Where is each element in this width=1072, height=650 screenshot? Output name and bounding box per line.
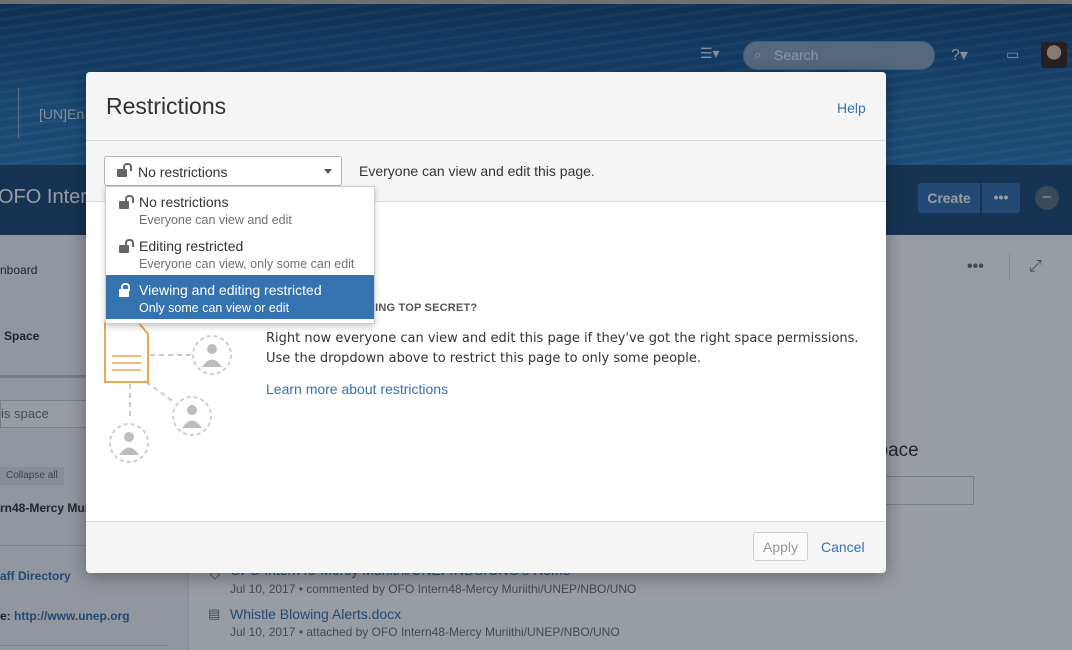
- dropdown-item-title: No restrictions: [139, 194, 229, 210]
- restrictions-dialog: Restrictions Help No restrictions Everyo…: [86, 72, 886, 573]
- dropdown-item-desc: Everyone can view, only some can edit: [139, 257, 355, 271]
- dropdown-item-desc: Only some can view or edit: [139, 301, 290, 315]
- unlock-icon: [119, 239, 134, 253]
- dropdown-item-editing-restricted[interactable]: Editing restricted Everyone can view, on…: [106, 231, 374, 275]
- cancel-button[interactable]: Cancel: [821, 539, 865, 555]
- document-icon: [104, 322, 149, 383]
- chevron-down-icon: [324, 169, 332, 174]
- dropdown-item-title: Editing restricted: [139, 238, 244, 254]
- dropdown-item-title: Viewing and editing restricted: [139, 282, 322, 298]
- content-line: Use the dropdown above to restrict this …: [266, 351, 702, 366]
- dropdown-item-viewing-editing-restricted[interactable]: Viewing and editing restricted Only some…: [106, 275, 374, 319]
- user-icon: [192, 335, 232, 375]
- dropdown-item-desc: Everyone can view and edit: [139, 213, 292, 227]
- content-text: Right now everyone can view and edit thi…: [266, 329, 866, 369]
- restrictions-select[interactable]: No restrictions: [104, 156, 342, 186]
- dialog-header: Restrictions Help: [86, 72, 886, 141]
- unlock-icon: [117, 163, 132, 177]
- help-link[interactable]: Help: [837, 100, 866, 116]
- lock-icon: [119, 283, 131, 297]
- dialog-footer: Apply Cancel: [86, 521, 886, 573]
- restrictions-illustration: [104, 322, 232, 463]
- content-heading: THING TOP SECRET?: [360, 302, 478, 314]
- apply-button[interactable]: Apply: [753, 532, 808, 561]
- unlock-icon: [119, 195, 134, 209]
- restriction-description: Everyone can view and edit this page.: [359, 163, 595, 179]
- user-icon: [172, 396, 212, 436]
- dropdown-item-no-restrictions[interactable]: No restrictions Everyone can view and ed…: [106, 187, 374, 231]
- learn-more-link[interactable]: Learn more about restrictions: [266, 381, 448, 397]
- restrictions-dropdown-menu: No restrictions Everyone can view and ed…: [105, 186, 375, 324]
- restrictions-select-value: No restrictions: [138, 164, 228, 180]
- content-line: Right now everyone can view and edit thi…: [266, 331, 859, 346]
- user-icon: [109, 423, 149, 463]
- dialog-title: Restrictions: [106, 93, 227, 119]
